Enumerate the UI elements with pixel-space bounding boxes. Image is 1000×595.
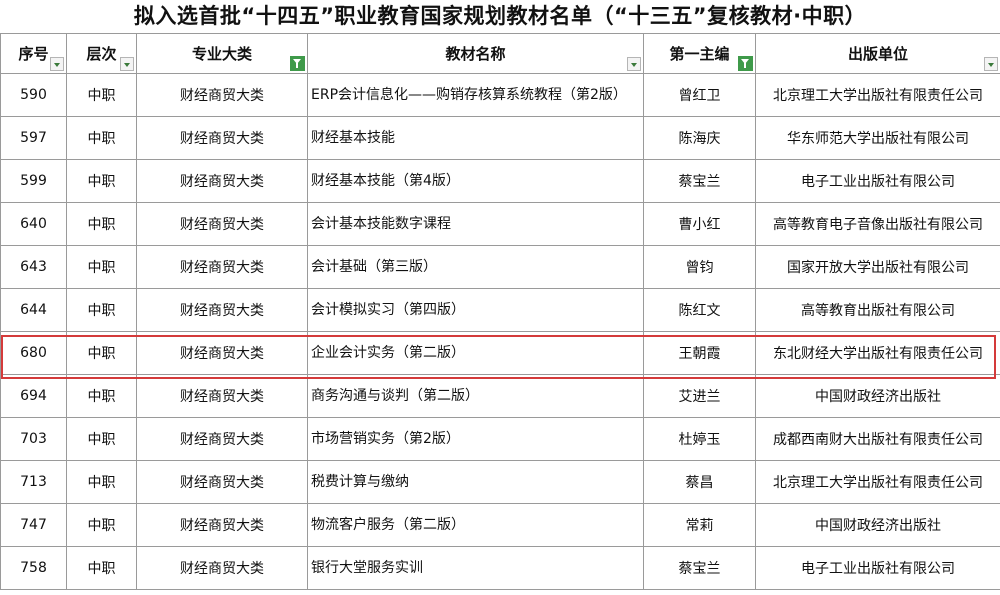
column-header-category[interactable]: 专业大类 xyxy=(136,33,308,74)
cell-name[interactable]: 企业会计实务（第二版） xyxy=(307,331,644,375)
table-row: 680 中职 财经商贸大类 企业会计实务（第二版） 王朝霞 东北财经大学出版社有限责任公司 xyxy=(0,331,1000,375)
column-header-editor[interactable]: 第一主编 xyxy=(643,33,756,74)
cell-category[interactable]: 财经商贸大类 xyxy=(136,73,308,117)
cell-level[interactable]: 中职 xyxy=(66,503,137,547)
cell-publisher[interactable]: 高等教育电子音像出版社有限公司 xyxy=(755,202,1000,246)
cell-no[interactable]: 694 xyxy=(0,374,67,418)
cell-category[interactable]: 财经商贸大类 xyxy=(136,417,308,461)
cell-editor[interactable]: 蔡宝兰 xyxy=(643,159,756,203)
cell-name[interactable]: 税费计算与缴纳 xyxy=(307,460,644,504)
cell-no[interactable]: 597 xyxy=(0,116,67,160)
cell-category[interactable]: 财经商贸大类 xyxy=(136,116,308,160)
filter-dropdown-icon[interactable] xyxy=(984,57,998,71)
cell-publisher[interactable]: 东北财经大学出版社有限责任公司 xyxy=(755,331,1000,375)
table-row: 597 中职 财经商贸大类 财经基本技能 陈海庆 华东师范大学出版社有限公司 xyxy=(0,116,1000,160)
cell-editor[interactable]: 蔡昌 xyxy=(643,460,756,504)
cell-category[interactable]: 财经商贸大类 xyxy=(136,546,308,590)
cell-no[interactable]: 747 xyxy=(0,503,67,547)
cell-level[interactable]: 中职 xyxy=(66,546,137,590)
filter-active-icon[interactable] xyxy=(290,56,305,71)
cell-name[interactable]: 会计基本技能数字课程 xyxy=(307,202,644,246)
cell-publisher[interactable]: 中国财政经济出版社 xyxy=(755,374,1000,418)
cell-editor[interactable]: 曾红卫 xyxy=(643,73,756,117)
cell-category[interactable]: 财经商贸大类 xyxy=(136,202,308,246)
cell-editor[interactable]: 王朝霞 xyxy=(643,331,756,375)
cell-category[interactable]: 财经商贸大类 xyxy=(136,245,308,289)
cell-category[interactable]: 财经商贸大类 xyxy=(136,159,308,203)
cell-editor[interactable]: 陈红文 xyxy=(643,288,756,332)
table-row: 747 中职 财经商贸大类 物流客户服务（第二版） 常莉 中国财政经济出版社 xyxy=(0,503,1000,547)
cell-category[interactable]: 财经商贸大类 xyxy=(136,460,308,504)
filter-dropdown-icon[interactable] xyxy=(627,57,641,71)
cell-name[interactable]: ERP会计信息化——购销存核算系统教程（第2版） xyxy=(307,73,644,117)
cell-level[interactable]: 中职 xyxy=(66,245,137,289)
filter-active-icon[interactable] xyxy=(738,56,753,71)
cell-name[interactable]: 市场营销实务（第2版） xyxy=(307,417,644,461)
cell-editor[interactable]: 陈海庆 xyxy=(643,116,756,160)
table-row: 713 中职 财经商贸大类 税费计算与缴纳 蔡昌 北京理工大学出版社有限责任公司 xyxy=(0,460,1000,504)
column-header-publisher[interactable]: 出版单位 xyxy=(755,33,1000,74)
cell-editor[interactable]: 曾钧 xyxy=(643,245,756,289)
cell-category[interactable]: 财经商贸大类 xyxy=(136,288,308,332)
cell-name[interactable]: 商务沟通与谈判（第二版） xyxy=(307,374,644,418)
cell-publisher[interactable]: 北京理工大学出版社有限责任公司 xyxy=(755,73,1000,117)
cell-name[interactable]: 银行大堂服务实训 xyxy=(307,546,644,590)
cell-publisher[interactable]: 成都西南财大出版社有限责任公司 xyxy=(755,417,1000,461)
column-header-level[interactable]: 层次 xyxy=(66,33,137,74)
cell-name[interactable]: 会计基础（第三版） xyxy=(307,245,644,289)
cell-level[interactable]: 中职 xyxy=(66,331,137,375)
cell-name[interactable]: 财经基本技能（第4版） xyxy=(307,159,644,203)
cell-category[interactable]: 财经商贸大类 xyxy=(136,374,308,418)
cell-level[interactable]: 中职 xyxy=(66,374,137,418)
cell-level[interactable]: 中职 xyxy=(66,116,137,160)
cell-no[interactable]: 713 xyxy=(0,460,67,504)
cell-level[interactable]: 中职 xyxy=(66,460,137,504)
cell-category[interactable]: 财经商贸大类 xyxy=(136,331,308,375)
cell-editor[interactable]: 蔡宝兰 xyxy=(643,546,756,590)
cell-no[interactable]: 590 xyxy=(0,73,67,117)
cell-no[interactable]: 703 xyxy=(0,417,67,461)
filter-dropdown-icon[interactable] xyxy=(120,57,134,71)
cell-publisher[interactable]: 电子工业出版社有限公司 xyxy=(755,159,1000,203)
cell-no[interactable]: 680 xyxy=(0,331,67,375)
table-row: 590 中职 财经商贸大类 ERP会计信息化——购销存核算系统教程（第2版） 曾红卫 北京… xyxy=(0,73,1000,117)
column-header-no[interactable]: 序号 xyxy=(0,33,67,74)
cell-level[interactable]: 中职 xyxy=(66,288,137,332)
table-row: 703 中职 财经商贸大类 市场营销实务（第2版） 杜婷玉 成都西南财大出版社有限责任公司 xyxy=(0,417,1000,461)
table-row: 640 中职 财经商贸大类 会计基本技能数字课程 曹小红 高等教育电子音像出版社有限公司 xyxy=(0,202,1000,246)
cell-level[interactable]: 中职 xyxy=(66,159,137,203)
table-row: 599 中职 财经商贸大类 财经基本技能（第4版） 蔡宝兰 电子工业出版社有限公司 xyxy=(0,159,1000,203)
cell-publisher[interactable]: 高等教育出版社有限公司 xyxy=(755,288,1000,332)
sheet-title: 拟入选首批“十四五”职业教育国家规划教材名单（“十三五”复核教材·中职） xyxy=(133,4,867,28)
cell-category[interactable]: 财经商贸大类 xyxy=(136,503,308,547)
table-row: 643 中职 财经商贸大类 会计基础（第三版） 曾钧 国家开放大学出版社有限公司 xyxy=(0,245,1000,289)
table-row: 758 中职 财经商贸大类 银行大堂服务实训 蔡宝兰 电子工业出版社有限公司 xyxy=(0,546,1000,590)
cell-level[interactable]: 中职 xyxy=(66,417,137,461)
cell-name[interactable]: 财经基本技能 xyxy=(307,116,644,160)
cell-no[interactable]: 599 xyxy=(0,159,67,203)
table-row: 644 中职 财经商贸大类 会计模拟实习（第四版） 陈红文 高等教育出版社有限公司 xyxy=(0,288,1000,332)
cell-editor[interactable]: 杜婷玉 xyxy=(643,417,756,461)
table-row: 694 中职 财经商贸大类 商务沟通与谈判（第二版） 艾进兰 中国财政经济出版社 xyxy=(0,374,1000,418)
cell-publisher[interactable]: 北京理工大学出版社有限责任公司 xyxy=(755,460,1000,504)
cell-no[interactable]: 640 xyxy=(0,202,67,246)
cell-no[interactable]: 758 xyxy=(0,546,67,590)
cell-name[interactable]: 会计模拟实习（第四版） xyxy=(307,288,644,332)
cell-editor[interactable]: 常莉 xyxy=(643,503,756,547)
textbook-table: 序号 层次 专业大类 教材名称 第一主编 出版单位 590 中职 财经商贸大类 ERP… xyxy=(0,33,1000,590)
cell-publisher[interactable]: 华东师范大学出版社有限公司 xyxy=(755,116,1000,160)
cell-editor[interactable]: 艾进兰 xyxy=(643,374,756,418)
cell-publisher[interactable]: 电子工业出版社有限公司 xyxy=(755,546,1000,590)
cell-publisher[interactable]: 中国财政经济出版社 xyxy=(755,503,1000,547)
filter-dropdown-icon[interactable] xyxy=(50,57,64,71)
cell-level[interactable]: 中职 xyxy=(66,202,137,246)
cell-editor[interactable]: 曹小红 xyxy=(643,202,756,246)
cell-level[interactable]: 中职 xyxy=(66,73,137,117)
column-header-name[interactable]: 教材名称 xyxy=(307,33,644,74)
cell-publisher[interactable]: 国家开放大学出版社有限公司 xyxy=(755,245,1000,289)
cell-no[interactable]: 644 xyxy=(0,288,67,332)
header-row: 序号 层次 专业大类 教材名称 第一主编 出版单位 xyxy=(0,33,1000,74)
cell-no[interactable]: 643 xyxy=(0,245,67,289)
cell-name[interactable]: 物流客户服务（第二版） xyxy=(307,503,644,547)
